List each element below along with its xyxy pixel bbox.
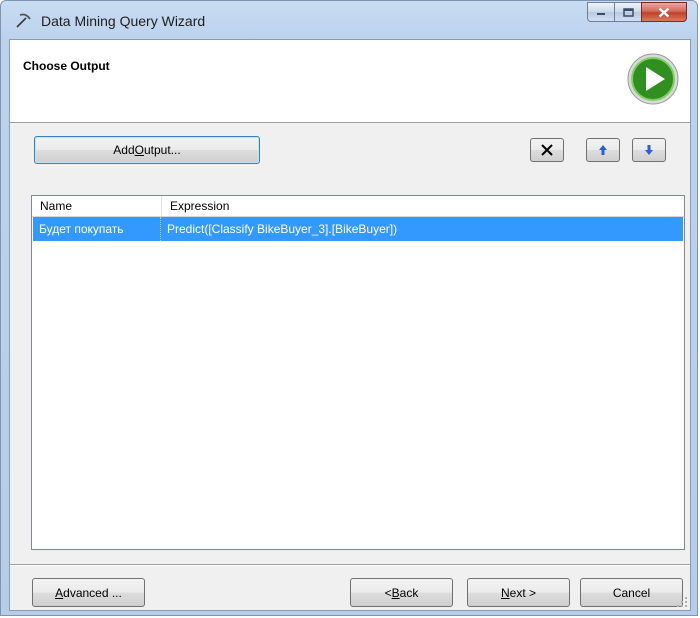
footer-separator	[10, 564, 690, 566]
row-name-cell: Будет покупать	[33, 217, 161, 241]
advanced-label-post: dvanced ...	[63, 585, 122, 600]
delete-x-icon	[541, 144, 553, 156]
table-row[interactable]: Будет покупать Predict([Classify BikeBuy…	[33, 217, 683, 241]
column-header-name[interactable]: Name	[32, 196, 162, 216]
close-icon	[658, 7, 670, 17]
list-header: Name Expression	[32, 196, 684, 217]
add-output-label-pre: Add	[113, 143, 135, 157]
next-label-mnemonic: N	[500, 585, 510, 600]
close-button[interactable]	[641, 2, 687, 22]
cancel-label: Cancel	[612, 585, 651, 600]
add-output-button[interactable]: Add Output...	[34, 136, 260, 164]
back-label-post: ack	[399, 585, 419, 600]
advanced-label-mnemonic: A	[55, 585, 64, 600]
wizard-client-area: Choose Output Add Output... Name Express…	[9, 39, 691, 611]
move-up-button[interactable]	[586, 138, 620, 162]
play-logo-icon	[627, 53, 679, 105]
next-label-post: ext >	[509, 585, 537, 600]
maximize-icon	[622, 7, 634, 17]
advanced-button[interactable]: Advanced ...	[32, 578, 145, 607]
back-label-pre: <	[384, 585, 392, 600]
resize-grip-icon[interactable]	[676, 596, 688, 608]
add-output-label-mnemonic: O	[134, 143, 144, 157]
row-expression-cell: Predict([Classify BikeBuyer_3].[BikeBuye…	[167, 222, 398, 236]
title-bar[interactable]: Data Mining Query Wizard	[1, 1, 697, 39]
minimize-button[interactable]	[587, 2, 614, 22]
arrow-down-icon	[645, 145, 653, 155]
arrow-up-icon	[599, 145, 607, 155]
next-button[interactable]: Next >	[467, 578, 570, 607]
wizard-window: Data Mining Query Wizard Choose Output A…	[0, 0, 698, 616]
back-button[interactable]: < Back	[350, 578, 453, 607]
move-down-button[interactable]	[632, 138, 666, 162]
minimize-icon	[597, 13, 605, 15]
window-title: Data Mining Query Wizard	[41, 13, 206, 29]
wizard-header: Choose Output	[10, 40, 690, 123]
column-header-expression[interactable]: Expression	[162, 196, 684, 216]
cancel-button[interactable]: Cancel	[580, 578, 683, 607]
window-controls	[587, 2, 687, 22]
delete-button[interactable]	[530, 138, 564, 162]
back-label-mnemonic: B	[391, 585, 400, 600]
pickaxe-icon	[16, 13, 31, 28]
output-list[interactable]: Name Expression Будет покупать Predict([…	[31, 195, 685, 550]
add-output-label-post: utput...	[144, 143, 181, 157]
maximize-button[interactable]	[614, 2, 641, 22]
page-title: Choose Output	[23, 59, 110, 73]
